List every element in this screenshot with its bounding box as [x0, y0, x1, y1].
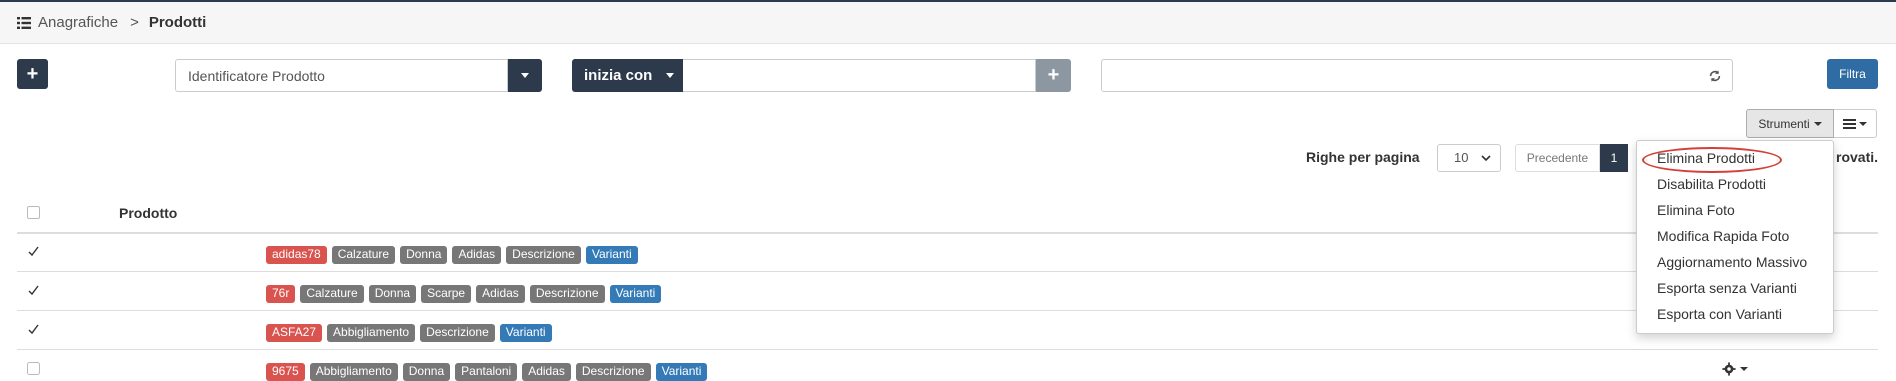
- rows-per-page-select[interactable]: 10: [1437, 144, 1501, 172]
- row-checkbox[interactable]: [27, 284, 40, 297]
- refresh-icon[interactable]: [1708, 69, 1722, 83]
- row-checkbox[interactable]: [27, 323, 40, 336]
- filter-operator-label: inizia con: [584, 67, 653, 84]
- product-code-label[interactable]: adidas78: [266, 246, 327, 264]
- row-divider: [17, 271, 1878, 272]
- tools-label: Strumenti: [1758, 116, 1810, 131]
- category-label: Descrizione: [420, 324, 495, 342]
- rows-per-page-value: 10: [1454, 150, 1469, 165]
- category-label: Calzature: [331, 246, 396, 264]
- category-label: Adidas: [522, 363, 571, 381]
- category-label: Abbigliamento: [309, 363, 398, 381]
- breadcrumb: Anagrafiche > Prodotti: [0, 2, 1896, 44]
- variants-label: Varianti: [585, 246, 638, 264]
- table-row: 9675 Abbigliamento Donna Pantaloni Adidas Des…: [266, 363, 708, 381]
- menu-item-export-with-variants[interactable]: Esporta con Varianti: [1657, 306, 1782, 322]
- category-label: Abbigliamento: [327, 324, 416, 342]
- chevron-down-icon: [1481, 155, 1491, 162]
- tools-button[interactable]: Strumenti: [1746, 109, 1834, 138]
- row-divider: [17, 310, 1878, 311]
- caret-down-icon: [666, 73, 675, 78]
- menu-item-quick-edit-photos[interactable]: Modifica Rapida Foto: [1657, 228, 1789, 244]
- gear-icon: [1722, 362, 1736, 376]
- pagination-page-1[interactable]: 1: [1600, 144, 1628, 172]
- row-actions-button[interactable]: [1722, 362, 1748, 376]
- category-label: Adidas: [476, 285, 525, 303]
- category-label: Calzature: [300, 285, 364, 303]
- row-divider: [17, 349, 1878, 350]
- select-all-checkbox[interactable]: [27, 206, 40, 219]
- table-row: ASFA27 Abbigliamento Descrizione Varianti: [266, 324, 552, 342]
- caret-down-icon: [1813, 121, 1822, 126]
- category-label: Donna: [400, 246, 448, 264]
- rows-per-page-label: Righe per pagina: [1306, 149, 1420, 165]
- search-input[interactable]: [1101, 59, 1733, 92]
- header-divider: [17, 232, 1878, 234]
- menu-item-export-without-variants[interactable]: Esporta senza Varianti: [1657, 280, 1797, 296]
- pagination-previous[interactable]: Precedente: [1515, 144, 1600, 172]
- menu-item-disable-products[interactable]: Disabilita Prodotti: [1657, 176, 1766, 192]
- product-code-label[interactable]: 9675: [266, 363, 305, 381]
- category-label: Donna: [402, 363, 451, 381]
- breadcrumb-separator: >: [130, 14, 139, 31]
- caret-down-icon: [1740, 367, 1748, 371]
- variants-label: Varianti: [499, 324, 552, 342]
- category-label: Pantaloni: [455, 363, 518, 381]
- variants-label: Varianti: [655, 363, 708, 381]
- category-label: Scarpe: [421, 285, 472, 303]
- menu-item-bulk-update[interactable]: Aggiornamento Massivo: [1657, 254, 1807, 270]
- columns-toggle-button[interactable]: [1834, 109, 1877, 138]
- product-code-label[interactable]: ASFA27: [266, 324, 323, 342]
- add-product-button[interactable]: +: [17, 59, 48, 89]
- row-checkbox[interactable]: [27, 245, 40, 258]
- filter-operator-button[interactable]: inizia con: [572, 59, 683, 92]
- tools-dropdown-menu: Elimina Prodotti Disabilita Prodotti Eli…: [1636, 140, 1834, 334]
- menu-item-delete-products[interactable]: Elimina Prodotti: [1657, 150, 1755, 166]
- category-label: Descrizione: [529, 285, 605, 303]
- menu-item-delete-photos[interactable]: Elimina Foto: [1657, 202, 1735, 218]
- breadcrumb-parent[interactable]: Anagrafiche: [38, 14, 118, 31]
- category-label: Descrizione: [506, 246, 581, 264]
- filter-button[interactable]: Filtra: [1827, 59, 1878, 89]
- category-label: Donna: [368, 285, 417, 303]
- product-code-label[interactable]: 76r: [266, 285, 296, 303]
- table-row: 76r Calzature Donna Scarpe Adidas Descrizione…: [266, 285, 662, 303]
- menu-icon: [1843, 118, 1856, 129]
- category-label: Descrizione: [575, 363, 651, 381]
- caret-down-icon: [521, 73, 529, 78]
- filter-field-dropdown-toggle[interactable]: [508, 59, 542, 92]
- page-title: Prodotti: [148, 14, 207, 31]
- caret-down-icon: [1859, 121, 1867, 126]
- results-count-text: rovati.: [1836, 149, 1879, 165]
- column-header-product[interactable]: Prodotto: [119, 205, 177, 221]
- table-row: adidas78 Calzature Donna Adidas Descrizione V…: [266, 246, 638, 264]
- add-condition-button[interactable]: +: [1036, 59, 1071, 92]
- filter-value-input[interactable]: [683, 59, 1036, 92]
- filter-field-select[interactable]: Identificatore Prodotto: [175, 59, 508, 92]
- list-icon: [17, 16, 31, 29]
- row-checkbox[interactable]: [27, 362, 40, 375]
- variants-label: Varianti: [609, 285, 662, 303]
- category-label: Adidas: [452, 246, 502, 264]
